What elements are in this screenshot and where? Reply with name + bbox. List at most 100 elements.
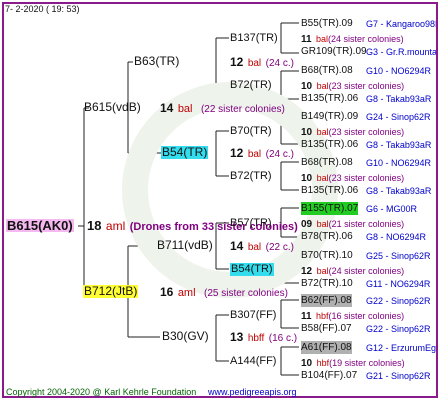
mother-sister-note: (22 sister colonies) [200, 104, 285, 115]
gen4-drone-count: 09 [301, 219, 313, 230]
grandparent-3-drones: 14 bal (22 c.) [230, 239, 294, 254]
gen4-code-16: G21 - Sinop62R [366, 371, 431, 381]
gen4-queen-5[interactable]: B149(TR).09 [301, 110, 358, 123]
father-drone-count: 16 [160, 285, 174, 299]
gen4-drone-unit: bal [316, 81, 329, 91]
gen4-drone-row-4: 10 bal(23 sister colonies) [301, 170, 404, 185]
mother-drone-count: 14 [160, 101, 174, 115]
grandparent-4-note: (16 c.) [268, 333, 298, 344]
grandparent-2-count: 12 [230, 146, 244, 160]
grandparent-4-count: 13 [230, 330, 244, 344]
gen4-drone-row-3: 10 bal(23 sister colonies) [301, 124, 404, 139]
mother-drone-summary: 14 bal (22 sister colonies) [160, 101, 285, 116]
drone-sister-note: (Drones from 33 sister colonies) [129, 221, 298, 233]
gen4-queen-1[interactable]: B55(TR).09 [301, 17, 353, 30]
gen4-code-5: G24 - Sinop62R [366, 112, 431, 122]
gen3-node-7[interactable]: B307(FF) [230, 309, 276, 322]
parent-queen-father[interactable]: B712(JtB) [83, 285, 139, 298]
gen4-sister-note: (19 sister colonies) [329, 358, 405, 368]
gen4-code-8: G8 - Takab93aR [366, 186, 432, 196]
gen4-queen-12[interactable]: B72(TR).10 [301, 277, 353, 290]
grandparent-2-note: (24 c.) [265, 149, 294, 160]
gen4-queen-10[interactable]: B78(TR).06 [301, 230, 353, 243]
pedigree-canvas: 7- 2-2020 ( 19: 53) B615(AK0) 18 aml (Dr… [0, 0, 440, 400]
gen4-sister-note: (23 sister colonies) [328, 127, 405, 137]
gen3-node-5[interactable]: B57(TR) [230, 217, 272, 230]
gen4-code-10: G8 - NO6294R [366, 232, 427, 242]
grandparent-3-unit: bal [247, 242, 262, 253]
gen3-node-4[interactable]: B72(TR) [230, 170, 272, 183]
gen4-drone-count: 10 [301, 127, 313, 138]
gen4-sister-note: (24 sister colonies) [328, 266, 405, 276]
gen3-node-1[interactable]: B137(TR) [230, 32, 278, 45]
gen4-drone-count: 10 [301, 358, 313, 369]
gen4-queen-3[interactable]: B68(TR).08 [301, 64, 353, 77]
grandparent-4-drones: 13 hbff (16 c.) [230, 330, 297, 345]
gen4-drone-unit: bal [316, 127, 329, 137]
gen4-drone-unit: bal [316, 266, 329, 276]
gen4-code-6: G8 - Takab93aR [366, 140, 432, 150]
gen4-code-13: G22 - Sinop62R [366, 296, 431, 306]
grandparent-4-unit: hbff [247, 333, 265, 344]
gen3-b72-count: 12 [230, 55, 244, 69]
gen4-queen-13[interactable]: B62(FF).08 [301, 294, 352, 307]
mother-drone-unit: bal [177, 103, 193, 115]
gen4-drone-count: 10 [301, 81, 313, 92]
gen4-code-12: G11 - NO6294R [366, 279, 431, 289]
gen4-code-15: G12 - ErzurumEgg88 [366, 343, 436, 353]
gen4-queen-2[interactable]: GR109(TR).09 [301, 45, 367, 58]
gen3-node-8[interactable]: A144(FF) [230, 355, 276, 368]
gen4-sister-note: (16 sister colonies) [328, 311, 405, 321]
footer-copyright: Copyright 2004-2020 @ Karl Kehrle Founda… [6, 387, 197, 397]
grandparent-3[interactable]: B711(vdB) [157, 239, 213, 252]
gen4-drone-row-1: 11 bal(24 sister colonies) [301, 31, 404, 46]
gen3-b72-note: (24 c.) [265, 58, 294, 69]
gen4-drone-unit: hbf [316, 358, 330, 368]
gen4-code-1: G7 - Kangaroo98R [366, 19, 436, 29]
gen4-drone-row-2: 10 bal(23 sister colonies) [301, 78, 404, 93]
gen4-code-11: G25 - Sinop62R [366, 251, 431, 261]
gen4-drone-count: 10 [301, 173, 313, 184]
pedigree-connector-lines [78, 22, 338, 376]
gen4-drone-count: 11 [301, 34, 312, 45]
gen4-queen-15[interactable]: A61(FF).08 [301, 341, 352, 354]
gen4-code-4: G8 - Takab93aR [366, 94, 432, 104]
gen4-queen-11[interactable]: B70(TR).10 [301, 249, 353, 262]
gen4-code-7: G10 - NO6294R [366, 158, 432, 168]
gen4-queen-7[interactable]: B68(TR).08 [301, 156, 353, 169]
gen4-sister-note: (23 sister colonies) [328, 81, 405, 91]
gen4-queen-14[interactable]: B58(FF).07 [301, 322, 352, 335]
gen4-drone-row-5: 09 bal(21 sister colonies) [301, 216, 404, 231]
gen4-queen-4[interactable]: B135(TR).06 [301, 92, 358, 105]
gen4-sister-note: (21 sister colonies) [328, 219, 405, 229]
drone-unit: aml [105, 219, 126, 233]
gen3-node-3[interactable]: B70(TR) [230, 125, 272, 138]
grandparent-2-unit: bal [247, 149, 262, 160]
gen4-queen-9[interactable]: B155(TR).07 [301, 202, 359, 215]
gen4-queen-6[interactable]: B135(TR).06 [301, 138, 358, 151]
footer-site-link[interactable]: www.pedigreeapis.org [208, 386, 297, 399]
gen4-code-9: G6 - MG00R [366, 204, 418, 214]
gen4-code-3: G10 - NO6294R [366, 66, 432, 76]
gen4-drone-row-7: 11 hbf(16 sister colonies) [301, 308, 404, 323]
grandparent-3-note: (22 c.) [265, 242, 294, 253]
parent-queen-mother[interactable]: B615(vdB) [83, 101, 142, 114]
report-date: 7- 2-2020 ( 19: 53) [5, 4, 80, 14]
gen3-node-6[interactable]: B54(TR) [230, 263, 274, 276]
gen4-queen-8[interactable]: B135(TR).06 [301, 184, 358, 197]
gen4-code-2: G3 - Gr.R.mountain [366, 47, 436, 57]
gen4-drone-count: 12 [301, 266, 313, 277]
gen4-code-14: G22 - Sinop62R [366, 324, 431, 334]
grandparent-4[interactable]: B30(GV) [162, 330, 209, 343]
gen4-queen-16[interactable]: B104(FF).07 [301, 369, 357, 382]
gen4-drone-unit: bal [316, 173, 329, 183]
grandparent-2-drones: 12 bal (24 c.) [230, 146, 294, 161]
grandparent-2[interactable]: B54(TR) [161, 146, 209, 159]
gen3-node-2[interactable]: B72(TR) [230, 79, 272, 92]
gen3-b72-drones: 12 bal (24 c.) [230, 55, 294, 70]
grandparent-1[interactable]: B63(TR) [134, 55, 179, 68]
gen4-drone-unit: bal [316, 34, 329, 44]
father-drone-unit: aml [177, 287, 196, 299]
queen-root-name[interactable]: B615(AK0) [6, 219, 74, 232]
father-drone-summary: 16 aml (25 sister colonies) [160, 285, 288, 300]
